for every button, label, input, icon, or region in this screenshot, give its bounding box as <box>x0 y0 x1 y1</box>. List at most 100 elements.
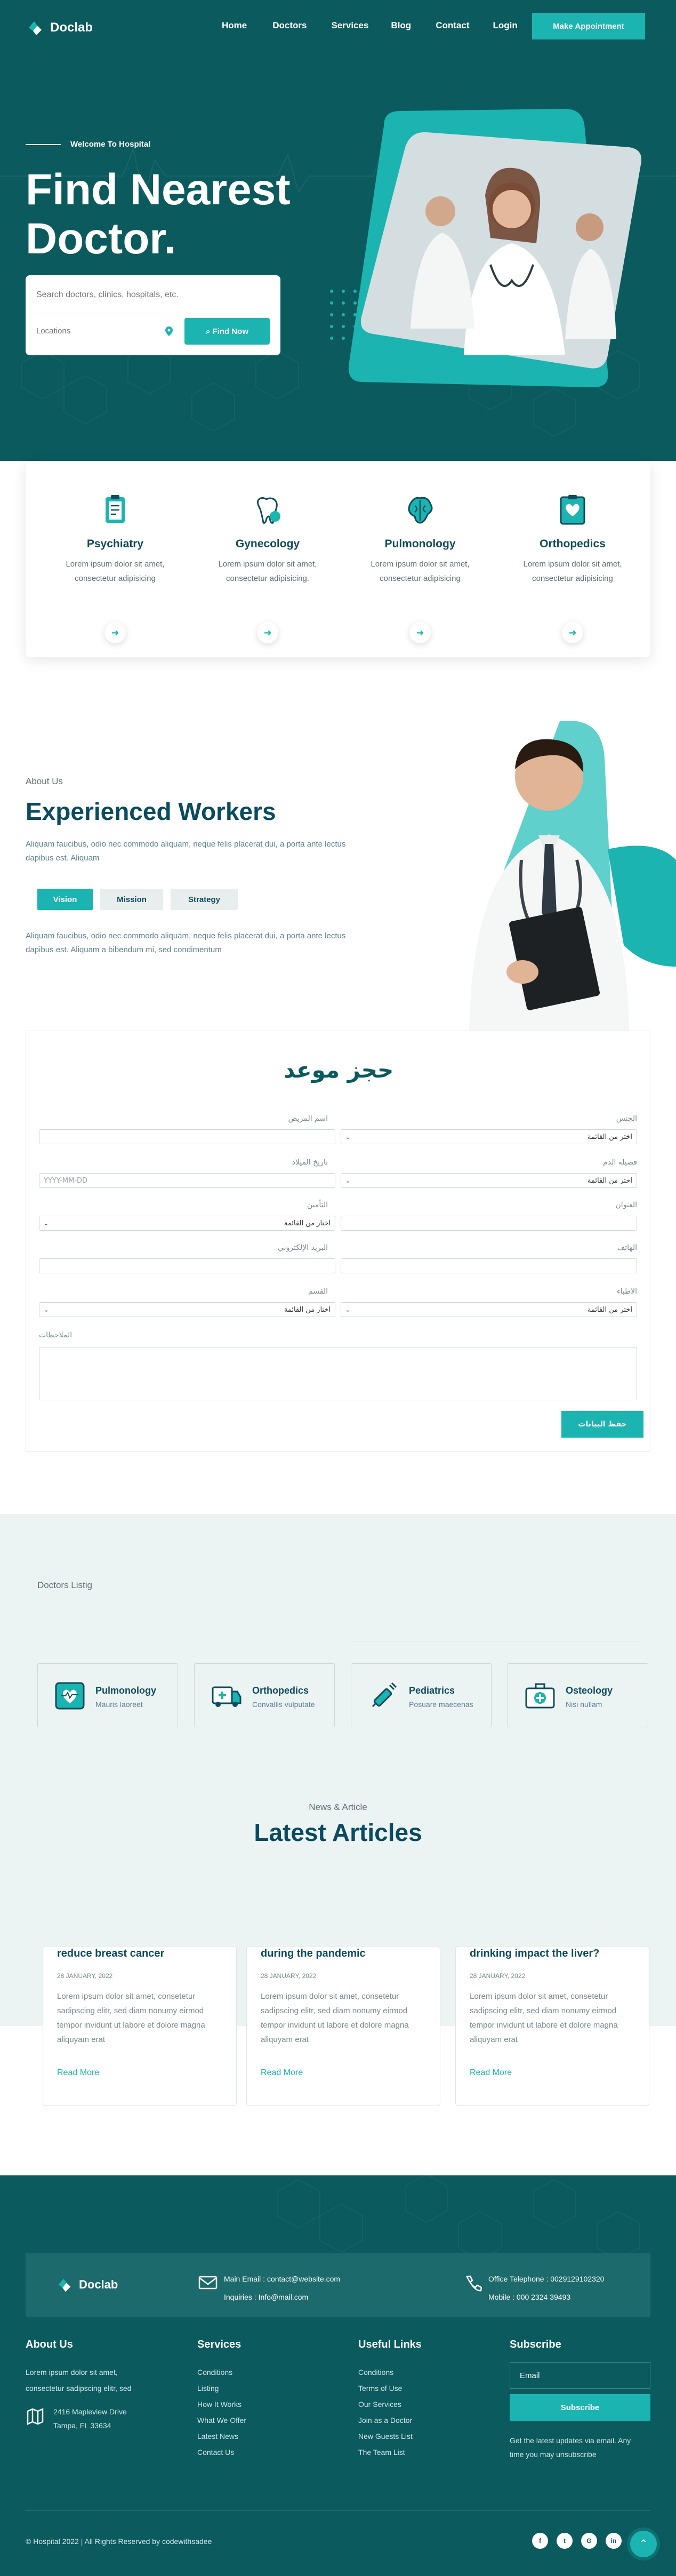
phone-icon <box>466 2275 482 2292</box>
footer-useful-links-title: Useful Links <box>358 2339 422 2350</box>
gender-select[interactable]: اختر من القائمة ⌄ <box>341 1129 637 1144</box>
footer-link[interactable]: Listing <box>197 2380 246 2396</box>
mobile-text[interactable]: Mobile : 000 2324 39493 <box>488 2293 570 2301</box>
department-value: اختار من القائمة <box>284 1305 331 1314</box>
eyebrow-text: Welcome To Hospital <box>70 140 151 149</box>
arrow-right-icon[interactable]: ➜ <box>409 622 431 643</box>
article-date: 28 JANUARY, 2022 <box>470 1972 526 1980</box>
footer-link[interactable]: How It Works <box>197 2396 246 2412</box>
doctor-category-card[interactable]: Osteology Nisi nullam <box>508 1663 648 1727</box>
read-more-link[interactable]: Read More <box>57 2068 99 2078</box>
nav-link-doctors[interactable]: Doctors <box>272 20 307 33</box>
chevron-up-icon: ⌃ <box>639 2538 648 2550</box>
speciality-title: Pulmonology <box>384 538 456 550</box>
nav-link-home[interactable]: Home <box>222 20 247 33</box>
doctor-category-card[interactable]: Pediatrics Posuare maecenas <box>351 1663 492 1727</box>
insurance-select[interactable]: اختار من القائمة ⌄ <box>39 1216 335 1231</box>
article-title[interactable]: reduce breast cancer <box>57 1948 164 1960</box>
doctors-select[interactable]: اختر من القائمة ⌄ <box>341 1302 637 1317</box>
article-card[interactable]: reduce breast cancer 28 JANUARY, 2022 Lo… <box>43 1946 237 2106</box>
scroll-to-top-button[interactable]: ⌃ <box>630 2531 657 2557</box>
about-tabs: Vision Mission Strategy <box>37 889 238 910</box>
speciality-card[interactable]: Pulmonology Lorem ipsum dolor sit amet, … <box>351 493 489 643</box>
first-aid-kit-icon <box>525 1683 555 1709</box>
tab-mission[interactable]: Mission <box>100 889 163 910</box>
find-now-button[interactable]: ⌕ Find Now <box>184 318 270 345</box>
read-more-link[interactable]: Read More <box>261 2068 303 2078</box>
footer-link[interactable]: Conditions <box>358 2364 413 2380</box>
patient-name-input[interactable] <box>39 1129 335 1144</box>
tab-strategy[interactable]: Strategy <box>171 889 238 910</box>
insurance-value: اختار من القائمة <box>284 1219 331 1227</box>
footer-brand-logo[interactable]: Doclab <box>55 2276 118 2294</box>
linkedin-icon[interactable]: in <box>606 2533 622 2549</box>
speciality-text: Lorem ipsum dolor sit amet, consectetur … <box>371 560 470 583</box>
inquiries-text[interactable]: Inquiries : Info@mail.com <box>224 2293 308 2301</box>
speciality-card[interactable]: Psychiatry Lorem ipsum dolor sit amet, c… <box>46 493 184 643</box>
footer-useful-links-list: Conditions Terms of Use Our Services Joi… <box>358 2364 413 2460</box>
search-box: ⌕ Find Now <box>26 275 280 355</box>
footer-link[interactable]: Contact Us <box>197 2444 246 2460</box>
about-paragraph: Aliquam faucibus, odio nec commodo aliqu… <box>26 840 346 863</box>
arrow-right-icon[interactable]: ➜ <box>562 622 583 643</box>
footer-link[interactable]: The Team List <box>358 2444 413 2460</box>
footer-link[interactable]: Latest News <box>197 2428 246 2444</box>
article-title[interactable]: during the pandemic <box>261 1948 366 1960</box>
brand-logo[interactable]: Doclab <box>26 18 93 37</box>
speciality-text: Lorem ipsum dolor sit amet, consectetur … <box>66 560 165 583</box>
article-text: Lorem ipsum dolor sit amet, consetetur s… <box>470 1992 618 2044</box>
address-input[interactable] <box>341 1216 637 1231</box>
speciality-cards: Psychiatry Lorem ipsum dolor sit amet, c… <box>26 462 650 657</box>
footer-link[interactable]: Our Services <box>358 2396 413 2412</box>
footer-subscribe-title: Subscribe <box>510 2339 561 2350</box>
nav-link-services[interactable]: Services <box>331 20 368 33</box>
footer-link[interactable]: Join as a Doctor <box>358 2412 413 2428</box>
blood-type-select[interactable]: اختر من القائمة ⌄ <box>341 1173 637 1188</box>
footer-about-text: Lorem ipsum dolor sit amet, consectetur … <box>26 2364 131 2396</box>
facebook-icon[interactable]: f <box>532 2533 548 2549</box>
location-input[interactable] <box>36 326 143 336</box>
article-title[interactable]: drinking impact the liver? <box>470 1948 599 1960</box>
article-text: Lorem ipsum dolor sit amet, consetetur s… <box>261 1992 409 2044</box>
article-card[interactable]: drinking impact the liver? 28 JANUARY, 2… <box>455 1946 649 2106</box>
make-appointment-button[interactable]: Make Appointment <box>532 13 645 39</box>
doctor-category-card[interactable]: Pulmonology Mauris laoreet <box>37 1663 178 1727</box>
article-card[interactable]: during the pandemic 28 JANUARY, 2022 Lor… <box>246 1946 440 2106</box>
email-input[interactable] <box>39 1258 335 1273</box>
footer-link[interactable]: Conditions <box>197 2364 246 2380</box>
nav-link-login[interactable]: Login <box>493 20 517 33</box>
google-icon[interactable]: G <box>581 2533 597 2549</box>
main-email-text[interactable]: Main Email : contact@website.com <box>224 2275 340 2283</box>
brain-icon <box>408 497 433 524</box>
tab-vision[interactable]: Vision <box>37 889 93 910</box>
birth-date-placeholder: YYYY-MM-DD <box>44 1176 88 1185</box>
arrow-right-icon[interactable]: ➜ <box>257 622 278 643</box>
birth-date-input[interactable]: YYYY-MM-DD <box>39 1173 335 1188</box>
speciality-card[interactable]: Gynecology Lorem ipsum dolor sit amet, c… <box>198 493 337 643</box>
doctor-category-card[interactable]: Orthopedics Convallis vulputate <box>194 1663 335 1727</box>
nav-link-blog[interactable]: Blog <box>391 20 411 33</box>
department-select[interactable]: اختار من القائمة ⌄ <box>39 1302 335 1317</box>
save-data-button[interactable]: حفظ البيانات <box>561 1411 643 1438</box>
footer-link[interactable]: What We Offer <box>197 2412 246 2428</box>
phone-label: الهاتف <box>617 1243 637 1252</box>
footer: Doclab Main Email : contact@website.com … <box>0 2175 676 2576</box>
search-input[interactable] <box>36 290 271 300</box>
office-phone-text[interactable]: Office Telephone : 0029129102320 <box>488 2275 604 2283</box>
phone-input[interactable] <box>341 1258 637 1273</box>
subscribe-email-input[interactable]: Email <box>510 2362 650 2389</box>
blood-type-label: فصيلة الدم <box>603 1158 637 1167</box>
footer-link[interactable]: Terms of Use <box>358 2380 413 2396</box>
notes-textarea[interactable] <box>39 1347 637 1400</box>
arrow-right-icon[interactable]: ➜ <box>104 622 126 643</box>
footer-contact-bar: Doclab Main Email : contact@website.com … <box>26 2253 650 2317</box>
twitter-icon[interactable]: t <box>557 2533 573 2549</box>
subscribe-note: Get the latest updates via email. Any ti… <box>510 2434 631 2461</box>
about-section: About Us Experienced Workers Aliquam fau… <box>0 657 676 1031</box>
speciality-card[interactable]: Orthopedics Lorem ipsum dolor sit amet, … <box>503 493 642 643</box>
subscribe-button[interactable]: Subscribe <box>510 2394 650 2421</box>
nav-link-contact[interactable]: Contact <box>436 20 469 33</box>
footer-link[interactable]: New Guests List <box>358 2428 413 2444</box>
read-more-link[interactable]: Read More <box>470 2068 512 2078</box>
doctors-value: اختر من القائمة <box>587 1305 632 1314</box>
